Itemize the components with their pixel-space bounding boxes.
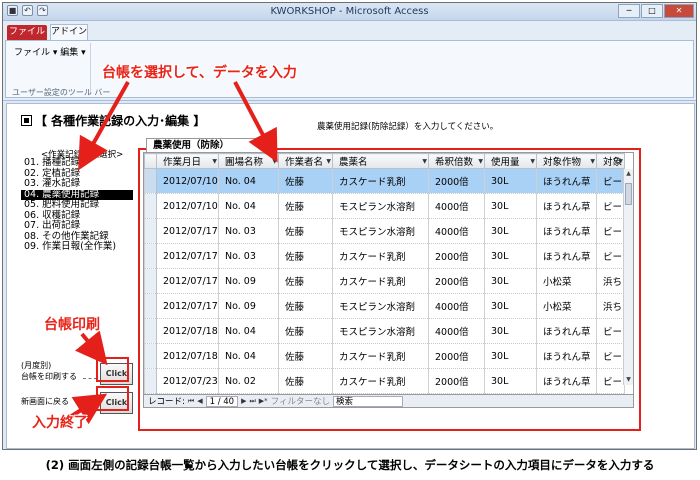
arrow-to-datasheet	[233, 81, 278, 163]
figure-caption: (2) 画面左側の記録台帳一覧から入力したい台帳をクリックして選択し、データシー…	[0, 452, 700, 480]
arrow-to-ledger-list	[78, 81, 130, 171]
annotation-select-input: 台帳を選択して、データを入力	[102, 65, 297, 81]
arrow-to-print-button	[74, 330, 108, 366]
annotation-finish: 入力終了	[32, 415, 88, 431]
annotation-print: 台帳印刷	[44, 317, 100, 333]
